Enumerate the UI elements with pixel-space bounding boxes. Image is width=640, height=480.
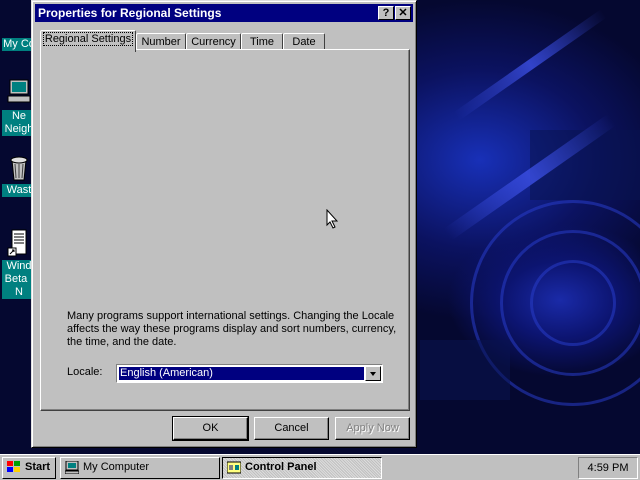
system-tray: 4:59 PM (578, 457, 638, 479)
tab-label: Regional Settings (42, 32, 134, 46)
locale-selected-value: English (American) (118, 366, 365, 381)
help-button[interactable]: ? (378, 6, 394, 20)
mouse-pointer-icon (326, 209, 338, 229)
tab-date[interactable]: Date (283, 33, 325, 50)
locale-description: Many programs support international sett… (67, 310, 397, 348)
windows-logo-icon (7, 461, 20, 472)
tab-label: Date (292, 36, 316, 48)
wallpaper-beam (453, 9, 607, 121)
clock[interactable]: 4:59 PM (588, 462, 629, 474)
wallpaper-ring (530, 260, 616, 346)
taskbar-item-control-panel[interactable]: Control Panel (222, 457, 382, 479)
tab-currency[interactable]: Currency (186, 33, 241, 50)
wallpaper-block (420, 340, 510, 400)
ok-button[interactable]: OK (172, 416, 249, 441)
cancel-button[interactable]: Cancel (254, 417, 329, 440)
shortcut-icon (4, 228, 34, 258)
tab-regional-settings[interactable]: Regional Settings (40, 30, 136, 52)
help-icon: ? (382, 7, 390, 19)
taskbar: Start My Computer Control Panel 4:59 PM (0, 454, 640, 480)
my-computer-icon (65, 461, 79, 474)
start-label: Start (25, 461, 51, 473)
tab-label: Time (249, 36, 275, 48)
chevron-down-icon[interactable] (365, 366, 381, 381)
start-button[interactable]: Start (2, 457, 56, 479)
tab-number[interactable]: Number (136, 33, 186, 50)
apply-now-button[interactable]: Apply Now (335, 417, 410, 440)
locale-label: Locale: (67, 366, 103, 378)
taskbar-item-label: My Computer (83, 461, 150, 473)
control-panel-icon (227, 461, 241, 474)
tab-label: Number (141, 36, 181, 48)
locale-dropdown[interactable]: English (American) (116, 364, 383, 383)
taskbar-item-label: Control Panel (245, 461, 317, 473)
my-computer-icon (4, 2, 34, 36)
tab-panel (40, 49, 410, 411)
properties-dialog: Properties for Regional Settings ? ✕ Reg… (31, 0, 417, 448)
tab-label: Currency (191, 36, 236, 48)
dialog-title: Properties for Regional Settings (38, 6, 222, 20)
network-neighborhood-icon (4, 78, 34, 108)
close-button[interactable]: ✕ (395, 6, 411, 20)
wastebasket-icon (4, 152, 34, 182)
close-icon: ✕ (398, 7, 408, 19)
tab-time[interactable]: Time (241, 33, 283, 50)
taskbar-item-my-computer[interactable]: My Computer (60, 457, 220, 479)
dialog-title-bar[interactable]: Properties for Regional Settings ? ✕ (35, 4, 413, 22)
